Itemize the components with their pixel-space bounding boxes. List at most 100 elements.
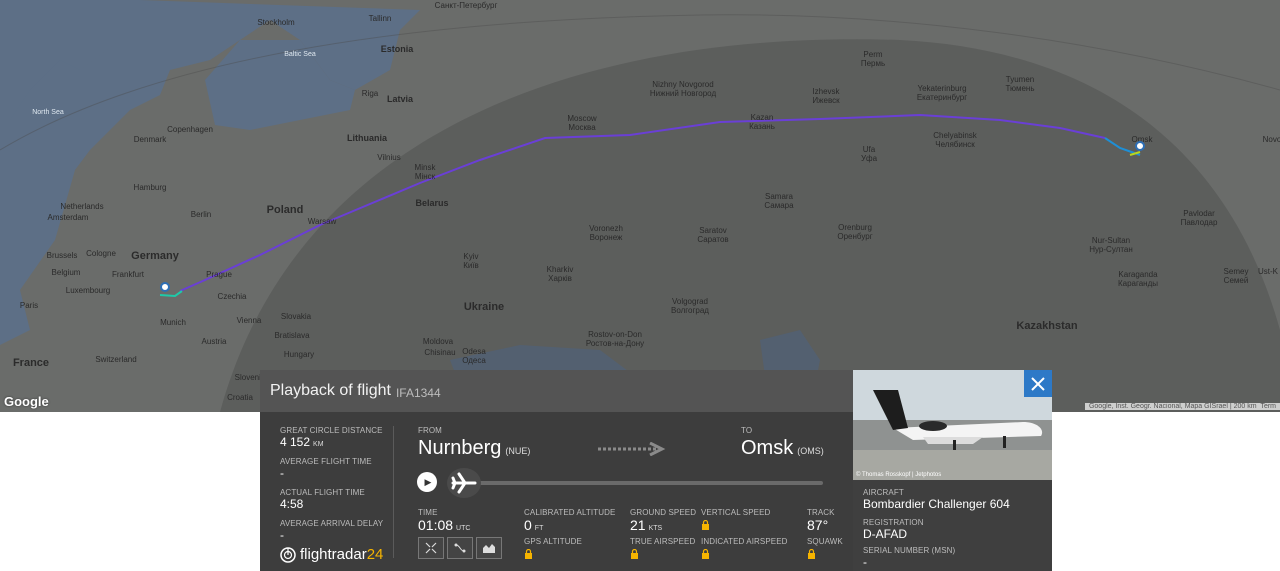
lock-icon <box>702 549 709 559</box>
city-label: Tallinn <box>368 14 392 23</box>
city-label: Yekaterinburg Екатеринбург <box>916 84 968 102</box>
city-label: Warsaw <box>307 217 337 226</box>
country-label: Kazakhstan <box>1016 320 1078 332</box>
city-label: Novo <box>1262 135 1280 144</box>
lock-icon <box>525 549 532 559</box>
city-label: Ust-K <box>1258 267 1278 276</box>
time-value: 01:08 UTC <box>418 517 471 533</box>
lock-icon <box>808 549 815 559</box>
close-button[interactable] <box>1024 370 1052 397</box>
play-icon: ▶ <box>424 476 432 487</box>
city-label: Cologne <box>86 249 116 258</box>
city-label: Rostov-on-Don Ростов-на-Дону <box>585 330 645 348</box>
divider <box>393 426 394 558</box>
aircraft-serial: SERIAL NUMBER (MSN) - <box>863 546 955 569</box>
city-label: Saratov Саратов <box>697 226 729 244</box>
country-label: Latvia <box>386 94 414 104</box>
aircraft-label: AIRCRAFT <box>863 488 904 497</box>
to-label: TO <box>741 426 753 435</box>
zoom-toggle-button[interactable] <box>418 537 444 559</box>
ground-speed-stat: GROUND SPEED 21 KTS <box>630 508 696 533</box>
city-label: Kazan Казань <box>749 113 775 131</box>
city-label: Vienna <box>236 316 262 325</box>
city-label: Samara Самара <box>764 192 794 210</box>
photo-credit: © Thomas Rosskopf | Jetphotos <box>856 472 942 478</box>
playback-panel: Playback of flight IFA1344 GREAT CIRCLE … <box>260 370 853 571</box>
registration-value: D-AFAD <box>863 527 908 541</box>
country-label: Belgium <box>51 268 81 277</box>
city-label: Tyumen Тюмень <box>1005 75 1035 93</box>
aircraft-value: Bombardier Challenger 604 <box>863 497 1010 511</box>
origin-airport: FROM Nurnberg (NUE) <box>418 426 530 460</box>
country-label: Luxembourg <box>65 286 111 295</box>
squawk-label: SQUAWK <box>807 537 843 546</box>
map-attribution: Google, Inst. Geogr. Nacional, Mapa GISr… <box>1084 403 1280 410</box>
track-label: TRACK <box>807 508 835 517</box>
aircraft-registration: REGISTRATION D-AFAD <box>863 518 924 541</box>
country-label: Czechia <box>217 292 247 301</box>
city-label: Voronezh Воронеж <box>589 224 623 242</box>
great-circle-label: GREAT CIRCLE DISTANCE <box>280 426 383 435</box>
city-label: Orenburg Оренбург <box>837 223 873 241</box>
from-label: FROM <box>418 426 442 435</box>
panel-title: Playback of flight <box>270 382 391 399</box>
country-label: Slovakia <box>280 312 312 321</box>
country-label: Netherlands <box>60 202 104 211</box>
country-label: Poland <box>266 204 304 216</box>
city-label: Chisinau <box>424 348 456 357</box>
city-label: Riga <box>361 89 379 98</box>
playback-slider[interactable] <box>455 481 823 485</box>
country-label: Hungary <box>283 350 315 359</box>
origin-city: Nurnberg (NUE) <box>418 437 531 459</box>
city-label: Санкт-Петербург <box>434 1 498 10</box>
city-label: Nizhny Novgorod Нижний Новгород <box>649 80 717 98</box>
play-button[interactable]: ▶ <box>417 472 437 492</box>
origin-marker-icon[interactable] <box>160 282 170 292</box>
altitude-graph-button[interactable] <box>476 537 502 559</box>
time-label: TIME <box>418 508 438 517</box>
serial-value: - <box>863 555 867 569</box>
playback-handle[interactable] <box>447 468 481 498</box>
flightradar24-logo: flightradar24 <box>280 546 383 563</box>
country-label: Ukraine <box>463 301 505 313</box>
country-label: Lithuania <box>347 133 387 143</box>
city-label: Kharkiv Харків <box>546 265 574 283</box>
gps-altitude-label: GPS ALTITUDE <box>524 537 582 546</box>
country-label: Denmark <box>133 135 167 144</box>
airplane-icon <box>451 472 477 494</box>
indicated-airspeed-stat: INDICATED AIRSPEED <box>701 537 788 564</box>
true-airspeed-label: TRUE AIRSPEED <box>630 537 696 546</box>
country-label: France <box>12 357 50 369</box>
aircraft-photo-image <box>853 370 1052 480</box>
track-stat: TRACK 87° <box>807 508 835 533</box>
aircraft-photo[interactable]: © Thomas Rosskopf | Jetphotos <box>853 370 1052 480</box>
calibrated-altitude-value: 0 FT <box>524 517 544 533</box>
city-label: Frankfurt <box>111 270 145 279</box>
city-label: Moscow Москва <box>567 114 597 132</box>
lock-icon <box>631 549 638 559</box>
destination-airport: TO Omsk (OMS) <box>741 426 824 460</box>
city-label: Copenhagen <box>167 125 213 134</box>
graph-icon <box>483 544 495 553</box>
squawk-stat: SQUAWK <box>807 537 843 564</box>
vertical-speed-stat: VERTICAL SPEED <box>701 508 770 535</box>
city-label: Karaganda Караганды <box>1117 270 1159 288</box>
city-label: Paris <box>19 301 39 310</box>
city-label: Minsk Мінск <box>414 163 436 181</box>
city-label: Amsterdam <box>47 213 89 222</box>
track-value: 87° <box>807 517 829 533</box>
destination-marker-icon[interactable] <box>1135 141 1145 151</box>
destination-city: Omsk (OMS) <box>741 437 824 459</box>
gps-altitude-stat: GPS ALTITUDE <box>524 537 582 564</box>
flight-map[interactable]: Baltic Sea North Sea Germany Poland Ukra… <box>0 0 1280 412</box>
city-label: Bratislava <box>274 331 310 340</box>
avg-flight-time-value: - <box>280 466 284 480</box>
country-label: Belarus <box>415 198 449 208</box>
avg-flight-time-label: AVERAGE FLIGHT TIME <box>280 457 372 466</box>
indicated-airspeed-label: INDICATED AIRSPEED <box>701 537 788 546</box>
route-toggle-button[interactable] <box>447 537 473 559</box>
aircraft-type: AIRCRAFT Bombardier Challenger 604 <box>863 488 1010 511</box>
lock-icon <box>702 520 709 530</box>
country-label: Switzerland <box>95 355 137 364</box>
flight-id: IFA1344 <box>395 385 441 400</box>
